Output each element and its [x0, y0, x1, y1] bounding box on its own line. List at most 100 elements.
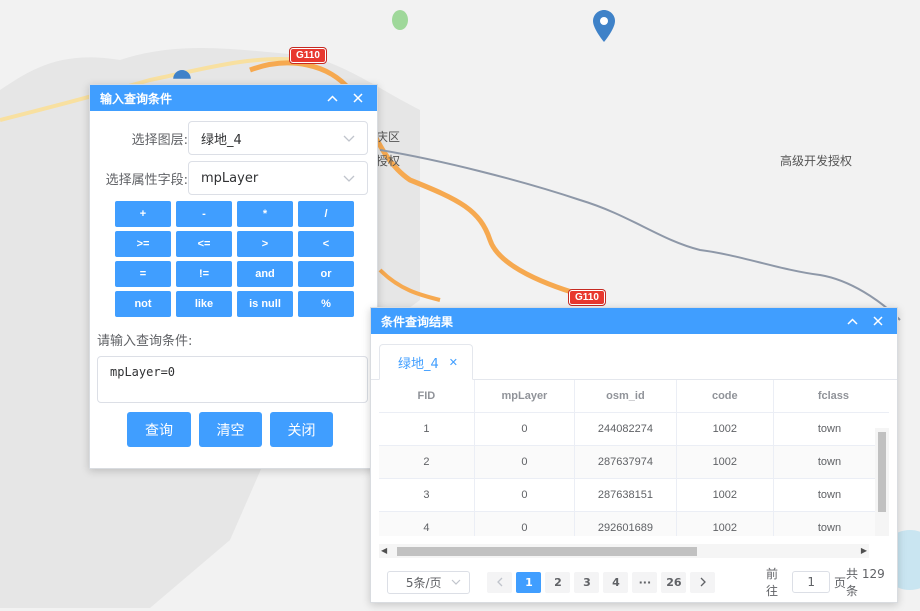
horizontal-scrollbar[interactable]: ◀ ▶ [379, 544, 869, 558]
table-row[interactable]: 1 0 244082274 1002 town [379, 412, 889, 446]
tab-label: 绿地_4 [398, 356, 439, 372]
table-cell: 0 [474, 412, 576, 446]
layer-select-value: 绿地_4 [201, 132, 242, 148]
scroll-down-icon[interactable]: ▼ [878, 535, 886, 536]
table-row[interactable]: 3 0 287638151 1002 town [379, 478, 889, 512]
query-button[interactable]: 查询 [127, 412, 191, 447]
pagination: 5条/页 1 2 3 4 ··· 26 前往 1 页 共 129 条 [387, 565, 897, 599]
chevron-right-icon [700, 577, 706, 587]
operator-divide-button[interactable]: / [298, 201, 354, 227]
table-cell: 1002 [676, 478, 774, 512]
operator-lte-button[interactable]: <= [176, 231, 232, 257]
scroll-left-icon[interactable]: ◀ [381, 546, 387, 555]
map-label-auth: 授权 [376, 154, 401, 168]
chevron-down-icon [343, 135, 355, 142]
table-cell: 292601689 [574, 511, 677, 536]
operator-plus-button[interactable]: + [115, 201, 171, 227]
page-button-3[interactable]: 3 [574, 571, 600, 593]
table-row[interactable]: 4 0 292601689 1002 town [379, 511, 889, 536]
operator-multiply-button[interactable]: * [237, 201, 293, 227]
vertical-scrollbar-thumb[interactable] [878, 432, 886, 512]
operator-eq-button[interactable]: = [115, 261, 171, 287]
table-cell: town [773, 511, 889, 536]
close-icon[interactable] [869, 312, 887, 330]
results-table-wrapper: FID mpLayer osm_id code fclass 1 0 24408… [379, 380, 889, 536]
operator-grid: + - * / >= <= > < = != and or not like i… [115, 201, 354, 317]
close-icon[interactable] [349, 89, 367, 107]
operator-neq-button[interactable]: != [176, 261, 232, 287]
collapse-icon[interactable] [843, 312, 861, 330]
park-area [392, 10, 408, 30]
page-button-4[interactable]: 4 [603, 571, 629, 593]
results-panel-header[interactable]: 条件查询结果 [371, 308, 897, 334]
table-cell: 2 [379, 445, 475, 479]
column-header[interactable]: mpLayer [474, 380, 576, 413]
query-panel-title: 输入查询条件 [100, 91, 173, 106]
operator-like-button[interactable]: like [176, 291, 232, 317]
operator-not-button[interactable]: not [115, 291, 171, 317]
tab-greenland[interactable]: 绿地_4 ✕ [379, 344, 473, 380]
operator-isnull-button[interactable]: is null [237, 291, 293, 317]
table-cell: 287637974 [574, 445, 677, 479]
page-button-2[interactable]: 2 [545, 571, 571, 593]
scroll-right-icon[interactable]: ▶ [861, 546, 867, 555]
road-shield-g110-top: G110 [290, 48, 326, 63]
road-shield-g110-middle: G110 [569, 290, 605, 305]
column-header[interactable]: FID [379, 380, 475, 413]
tab-close-icon[interactable]: ✕ [449, 356, 458, 369]
field-label: 选择属性字段: [105, 172, 188, 188]
query-panel-header[interactable]: 输入查询条件 [90, 85, 377, 111]
table-cell: 4 [379, 511, 475, 536]
condition-label: 请输入查询条件: [97, 334, 193, 349]
vertical-scrollbar[interactable]: ▼ [875, 428, 889, 536]
table-cell: town [773, 478, 889, 512]
prev-page-button[interactable] [487, 571, 513, 593]
page-button-1[interactable]: 1 [516, 571, 542, 593]
query-panel: 输入查询条件 选择图层: 绿地_4 选择属性字段: mpLayer + - * … [89, 84, 378, 469]
field-select[interactable]: mpLayer [188, 161, 368, 195]
field-select-value: mpLayer [201, 170, 259, 186]
page-size-select[interactable]: 5条/页 [387, 570, 471, 594]
collapse-icon[interactable] [323, 89, 341, 107]
chevron-down-icon [452, 579, 461, 585]
operator-lt-button[interactable]: < [298, 231, 354, 257]
clear-button[interactable]: 清空 [199, 412, 262, 447]
operator-or-button[interactable]: or [298, 261, 354, 287]
condition-textarea[interactable]: mpLayer=0 [97, 356, 368, 403]
table-cell: 1 [379, 412, 475, 446]
page-size-value: 5条/页 [405, 575, 442, 590]
goto-prefix: 前往 [766, 567, 779, 598]
table-cell: town [773, 412, 889, 446]
close-button[interactable]: 关闭 [270, 412, 333, 447]
table-cell: 244082274 [574, 412, 677, 446]
operator-and-button[interactable]: and [237, 261, 293, 287]
operator-gte-button[interactable]: >= [115, 231, 171, 257]
page-ellipsis-button[interactable]: ··· [632, 571, 658, 593]
column-header[interactable]: osm_id [574, 380, 677, 413]
table-header-row: FID mpLayer osm_id code fclass [379, 380, 889, 413]
layer-select[interactable]: 绿地_4 [188, 121, 368, 155]
table-cell: 1002 [676, 511, 774, 536]
table-cell: 1002 [676, 412, 774, 446]
goto-page-input[interactable]: 1 [792, 571, 830, 593]
total-count: 共 129 条 [846, 567, 885, 598]
goto-suffix: 页 [833, 575, 846, 590]
operator-percent-button[interactable]: % [298, 291, 354, 317]
page-button-26[interactable]: 26 [661, 571, 687, 593]
chevron-down-icon [343, 175, 355, 182]
operator-minus-button[interactable]: - [176, 201, 232, 227]
table-row[interactable]: 2 0 287637974 1002 town [379, 445, 889, 479]
chevron-left-icon [496, 577, 503, 587]
horizontal-scrollbar-thumb[interactable] [397, 547, 697, 556]
table-cell: 0 [474, 511, 576, 536]
table-cell: town [773, 445, 889, 479]
results-table: FID mpLayer osm_id code fclass 1 0 24408… [379, 380, 889, 536]
map-marker-icon[interactable] [593, 10, 615, 42]
map-label-district: 庆区 [376, 130, 401, 144]
column-header[interactable]: fclass [773, 380, 889, 413]
table-cell: 3 [379, 478, 475, 512]
column-header[interactable]: code [676, 380, 774, 413]
table-cell: 1002 [676, 445, 774, 479]
operator-gt-button[interactable]: > [237, 231, 293, 257]
next-page-button[interactable] [690, 571, 716, 593]
